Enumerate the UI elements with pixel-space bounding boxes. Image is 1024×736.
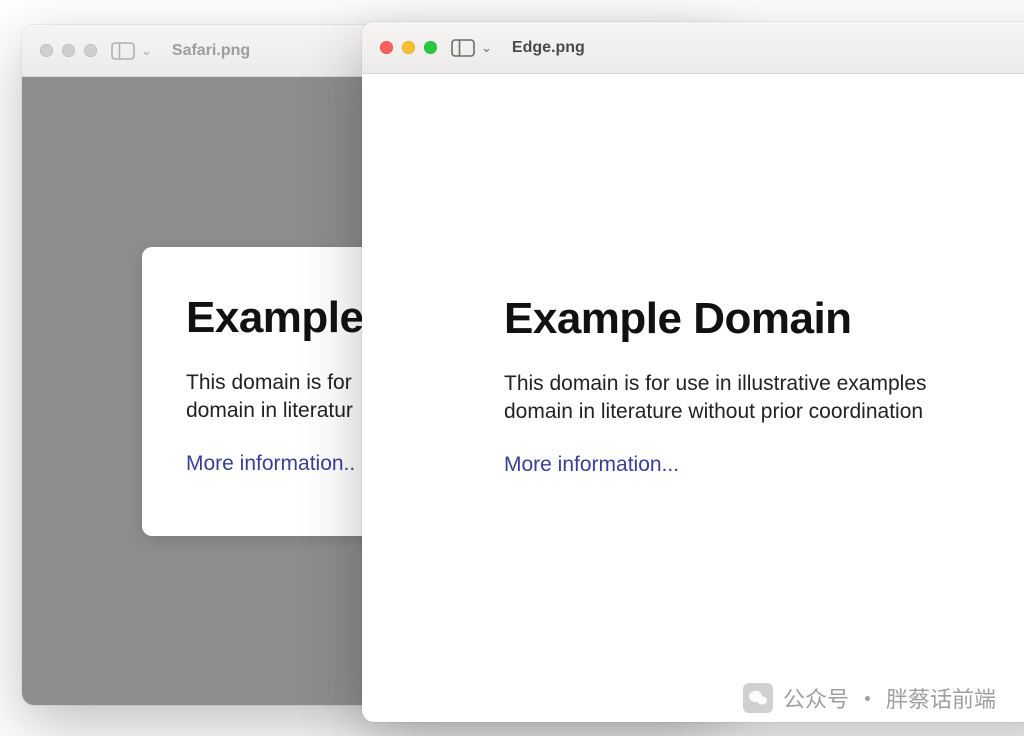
more-information-link[interactable]: More information.. bbox=[186, 452, 355, 475]
sidebar-toggle[interactable]: ⌄ bbox=[111, 42, 152, 60]
sidebar-icon bbox=[451, 39, 475, 57]
sidebar-icon bbox=[111, 42, 135, 60]
close-button[interactable] bbox=[40, 44, 53, 57]
close-button[interactable] bbox=[380, 41, 393, 54]
window-content: Example Domain This domain is for use in… bbox=[362, 74, 1024, 722]
sidebar-toggle[interactable]: ⌄ bbox=[451, 39, 492, 57]
page-heading: Example Domain bbox=[504, 294, 1024, 344]
chevron-down-icon: ⌄ bbox=[141, 43, 152, 59]
minimize-button[interactable] bbox=[62, 44, 75, 57]
minimize-button[interactable] bbox=[402, 41, 415, 54]
preview-window-edge: ⌄ Edge.png Example Domain This domain is… bbox=[362, 22, 1024, 722]
window-title: Edge.png bbox=[512, 39, 585, 57]
traffic-lights bbox=[380, 41, 437, 54]
chevron-down-icon: ⌄ bbox=[481, 40, 492, 56]
more-information-link[interactable]: More information... bbox=[504, 453, 679, 476]
titlebar[interactable]: ⌄ Edge.png bbox=[362, 22, 1024, 74]
zoom-button[interactable] bbox=[424, 41, 437, 54]
page-paragraph: This domain is for use in illustrative e… bbox=[504, 370, 1024, 427]
window-title: Safari.png bbox=[172, 42, 250, 60]
traffic-lights bbox=[40, 44, 97, 57]
zoom-button[interactable] bbox=[84, 44, 97, 57]
